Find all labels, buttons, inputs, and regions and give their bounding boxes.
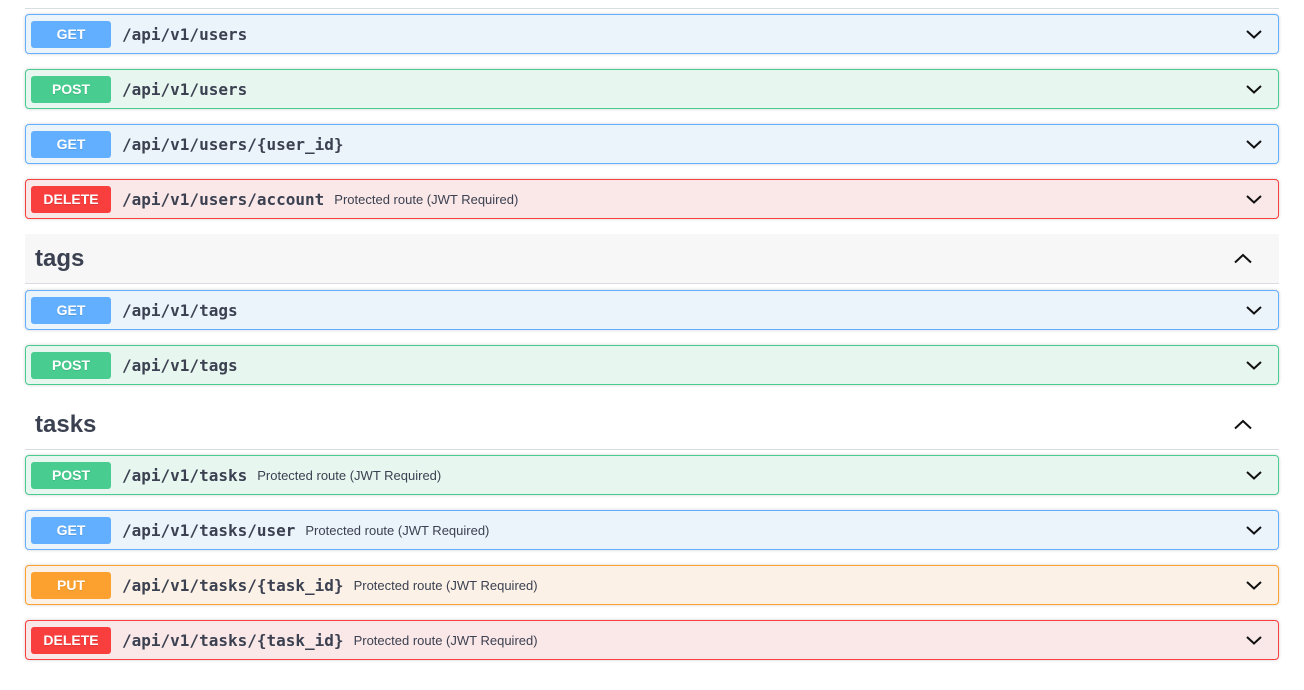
method-badge: POST (31, 461, 111, 489)
method-badge: GET (31, 516, 111, 544)
chevron-down-icon[interactable] (1244, 24, 1264, 44)
tag-section-header-tasks[interactable]: tasks (25, 400, 1279, 450)
operation-path: /api/v1/users (122, 79, 248, 99)
operation-summary: Protected route (JWT Required) (305, 522, 490, 538)
operation-delete-user-account[interactable]: DELETE /api/v1/users/account Protected r… (25, 179, 1279, 219)
chevron-down-icon[interactable] (1244, 79, 1264, 99)
method-badge: DELETE (31, 185, 111, 213)
operation-path: /api/v1/users/{user_id} (122, 134, 344, 154)
operation-path: /api/v1/tasks/user (122, 520, 296, 540)
operation-path: /api/v1/users (122, 24, 248, 44)
chevron-down-icon[interactable] (1244, 630, 1264, 650)
tag-title: tags (35, 244, 85, 272)
operation-summary: Protected route (JWT Required) (257, 467, 442, 483)
operation-path: /api/v1/tags (122, 300, 238, 320)
tag-title: tasks (35, 410, 97, 438)
divider (25, 8, 1279, 9)
swagger-operations-list: GET /api/v1/users POST /api/v1/users GET… (0, 0, 1304, 690)
chevron-down-icon[interactable] (1244, 575, 1264, 595)
chevron-down-icon[interactable] (1244, 520, 1264, 540)
operation-path: /api/v1/tasks/{task_id} (122, 575, 344, 595)
operation-put-task-by-id[interactable]: PUT /api/v1/tasks/{task_id} Protected ro… (25, 565, 1279, 605)
operation-summary: Protected route (JWT Required) (334, 191, 519, 207)
method-badge: GET (31, 130, 111, 158)
operation-path: /api/v1/tasks (122, 465, 248, 485)
tag-section-header-tags[interactable]: tags (25, 234, 1279, 284)
operation-post-users[interactable]: POST /api/v1/users (25, 69, 1279, 109)
chevron-down-icon[interactable] (1244, 300, 1264, 320)
operation-path: /api/v1/tasks/{task_id} (122, 630, 344, 650)
operation-summary: Protected route (JWT Required) (353, 632, 538, 648)
operation-post-tags[interactable]: POST /api/v1/tags (25, 345, 1279, 385)
method-badge: DELETE (31, 626, 111, 654)
operation-get-user-by-id[interactable]: GET /api/v1/users/{user_id} (25, 124, 1279, 164)
operation-post-tasks[interactable]: POST /api/v1/tasks Protected route (JWT … (25, 455, 1279, 495)
method-badge: GET (31, 296, 111, 324)
chevron-down-icon[interactable] (1244, 134, 1264, 154)
operation-path: /api/v1/users/account (122, 189, 325, 209)
operation-get-users[interactable]: GET /api/v1/users (25, 14, 1279, 54)
operation-path: /api/v1/tags (122, 355, 238, 375)
operation-delete-task-by-id[interactable]: DELETE /api/v1/tasks/{task_id} Protected… (25, 620, 1279, 660)
chevron-up-icon[interactable] (1232, 248, 1254, 270)
chevron-down-icon[interactable] (1244, 355, 1264, 375)
method-badge: POST (31, 351, 111, 379)
method-badge: POST (31, 75, 111, 103)
chevron-down-icon[interactable] (1244, 189, 1264, 209)
method-badge: GET (31, 20, 111, 48)
operation-summary: Protected route (JWT Required) (353, 577, 538, 593)
chevron-down-icon[interactable] (1244, 465, 1264, 485)
method-badge: PUT (31, 571, 111, 599)
operation-get-tags[interactable]: GET /api/v1/tags (25, 290, 1279, 330)
operation-get-tasks-user[interactable]: GET /api/v1/tasks/user Protected route (… (25, 510, 1279, 550)
chevron-up-icon[interactable] (1232, 414, 1254, 436)
